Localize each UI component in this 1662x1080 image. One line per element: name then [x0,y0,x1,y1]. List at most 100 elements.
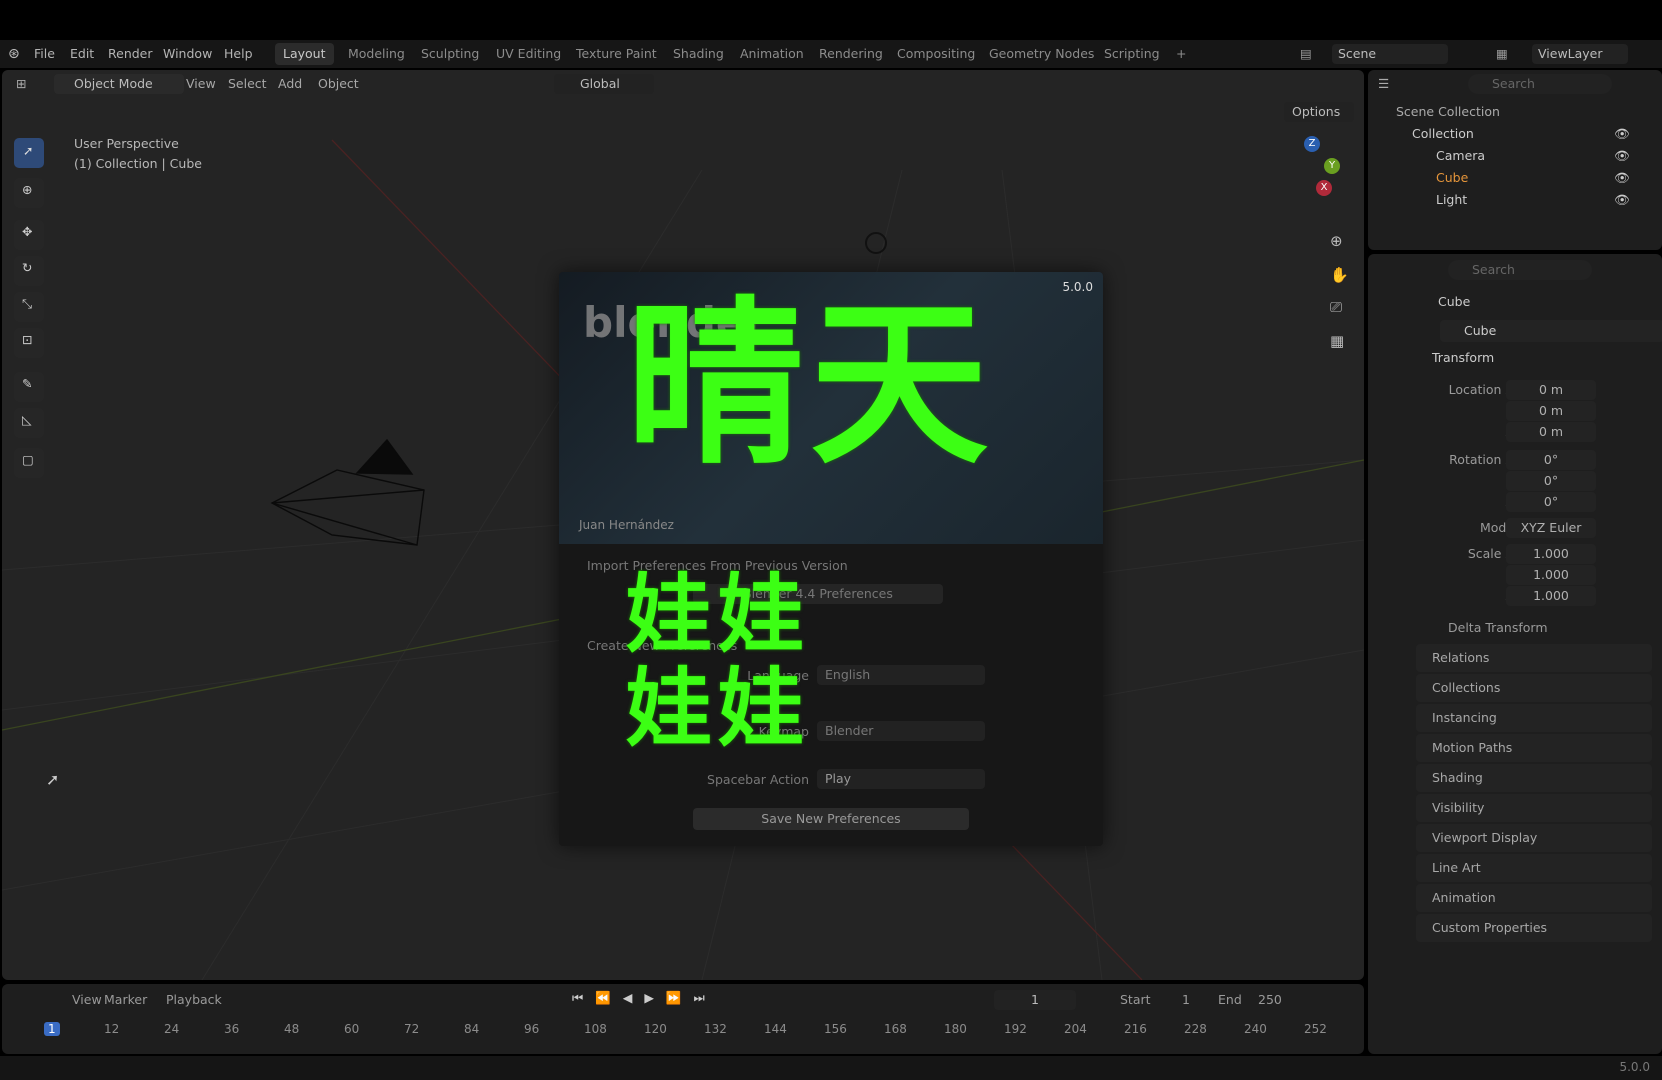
cursor-tool-button[interactable]: ⊕ [14,178,44,208]
transform-tool-button[interactable]: ⊡ [14,328,44,358]
panel-instancing[interactable]: Instancing [1416,704,1652,732]
transform-orientation-dropdown[interactable]: Global [554,74,654,94]
panel-custom-properties[interactable]: Custom Properties [1416,914,1652,942]
gizmo-y[interactable]: Y [1324,158,1340,174]
tab-geometry-nodes[interactable]: Geometry Nodes [981,43,1102,65]
rotation-x-field[interactable]: 0° [1506,450,1596,470]
menu-select[interactable]: Select [228,76,267,91]
menu-render[interactable]: Render [108,46,153,61]
rotation-mode-dropdown[interactable]: XYZ Euler [1506,518,1596,538]
options-dropdown[interactable]: Options [1284,102,1354,122]
properties-search-input[interactable]: Search [1448,260,1592,280]
tab-modeling[interactable]: Modeling [340,43,413,65]
panel-motion-paths[interactable]: Motion Paths [1416,734,1652,762]
outliner-editor-icon[interactable]: ☰ [1378,76,1389,91]
scale-label: Scale X [1467,546,1514,561]
eye-icon[interactable]: 👁 [1614,192,1630,208]
tab-uv-editing[interactable]: UV Editing [488,43,569,65]
view-layer-icon[interactable]: ▦ [1496,46,1508,61]
tab-rendering[interactable]: Rendering [811,43,891,65]
object-name-field[interactable]: Cube [1440,320,1662,342]
eye-icon[interactable]: 👁 [1614,170,1630,186]
rotation-y-field[interactable]: 0° [1506,471,1596,491]
outliner-search-input[interactable]: Search [1468,74,1612,94]
tab-shading[interactable]: Shading [665,43,732,65]
panel-shading[interactable]: Shading [1416,764,1652,792]
axis-y-label: Y [1428,567,1514,582]
mode-dropdown[interactable]: Object Mode [54,74,184,94]
gizmo-x[interactable]: X [1316,180,1332,196]
outliner-item-light[interactable]: Light [1436,192,1467,207]
select-tool-button[interactable]: ➚ [14,138,44,168]
outliner-item-camera[interactable]: Camera [1436,148,1485,163]
delta-transform-panel[interactable]: Delta Transform [1448,620,1548,635]
location-z-field[interactable]: 0 m [1506,422,1596,442]
blender-logo-icon[interactable]: ⊛ [8,46,20,62]
start-frame-field[interactable]: 1 [1182,992,1190,1007]
tab-animation[interactable]: Animation [732,43,812,65]
add-workspace-button[interactable]: + [1168,43,1194,65]
panel-collections[interactable]: Collections [1416,674,1652,702]
panel-visibility[interactable]: Visibility [1416,794,1652,822]
location-y-field[interactable]: 0 m [1506,401,1596,421]
eye-icon[interactable]: 👁 [1614,126,1630,142]
add-cube-tool-button[interactable]: ▢ [14,448,44,478]
menu-add[interactable]: Add [278,76,302,91]
scene-icon[interactable]: ▤ [1300,46,1312,61]
save-prefs-button[interactable]: Save New Preferences [693,808,969,830]
panel-line-art[interactable]: Line Art [1416,854,1652,882]
tab-layout[interactable]: Layout [275,43,334,65]
tab-texture-paint[interactable]: Texture Paint [568,43,665,65]
menu-object[interactable]: Object [318,76,359,91]
language-dropdown[interactable]: English [817,665,985,685]
scale-z-field[interactable]: 1.000 [1506,586,1596,606]
measure-tool-button[interactable]: ◺ [14,408,44,438]
camera-view-icon[interactable]: ⎚ [1330,298,1342,316]
timeline-menu-marker[interactable]: Marker [104,992,147,1007]
zoom-icon[interactable]: ⊕ [1330,232,1343,250]
tab-compositing[interactable]: Compositing [889,43,983,65]
scale-x-field[interactable]: 1.000 [1506,544,1596,564]
pan-hand-icon[interactable]: ✋ [1330,266,1349,284]
tab-scripting[interactable]: Scripting [1096,43,1168,65]
outliner-item-cube[interactable]: Cube [1436,170,1468,185]
rotation-z-field[interactable]: 0° [1506,492,1596,512]
gizmo-z[interactable]: Z [1304,136,1320,152]
collection-label[interactable]: Collection [1412,126,1474,141]
tab-sculpting[interactable]: Sculpting [413,43,487,65]
end-label: End [1218,992,1242,1007]
keymap-dropdown[interactable]: Blender [817,721,985,741]
frame-tick: 60 [344,1022,360,1036]
spacebar-dropdown[interactable]: Play [817,769,985,789]
annotate-tool-button[interactable]: ✎ [14,372,44,402]
panel-animation[interactable]: Animation [1416,884,1652,912]
menu-edit[interactable]: Edit [70,46,94,61]
end-frame-field[interactable]: 250 [1258,992,1282,1007]
timeline[interactable]: View Marker Playback ⏮ ⏪ ◀ ▶ ⏩ ⏭ 1 Start… [2,984,1364,1054]
overlay-text-top: 晴天 [626,281,994,488]
transform-panel-header[interactable]: Transform [1432,350,1494,365]
panel-relations[interactable]: Relations [1416,644,1652,672]
scale-y-field[interactable]: 1.000 [1506,565,1596,585]
frame-tick: 96 [524,1022,540,1036]
rotate-tool-button[interactable]: ↻ [14,256,44,286]
scene-field[interactable]: Scene [1332,44,1448,64]
timeline-menu-view[interactable]: View [72,992,102,1007]
menu-window[interactable]: Window [163,46,212,61]
scene-collection-label[interactable]: Scene Collection [1396,104,1500,119]
menu-help[interactable]: Help [224,46,253,61]
ortho-grid-icon[interactable]: ▦ [1330,332,1344,350]
location-x-field[interactable]: 0 m [1506,380,1596,400]
menu-file[interactable]: File [34,46,55,61]
menu-view[interactable]: View [186,76,216,91]
view-layer-field[interactable]: ViewLayer [1532,44,1628,64]
current-frame-field[interactable]: 1 [994,990,1076,1010]
playback-controls[interactable]: ⏮ ⏪ ◀ ▶ ⏩ ⏭ [572,990,709,1006]
eye-icon[interactable]: 👁 [1614,148,1630,164]
panel-viewport-display[interactable]: Viewport Display [1416,824,1652,852]
move-tool-button[interactable]: ✥ [14,220,44,250]
navigation-gizmo[interactable]: Z Y X [1260,136,1340,216]
timeline-menu-playback[interactable]: Playback [166,992,222,1007]
scale-tool-button[interactable]: ⤡ [14,292,44,322]
editor-type-icon[interactable]: ⊞ [16,76,26,91]
